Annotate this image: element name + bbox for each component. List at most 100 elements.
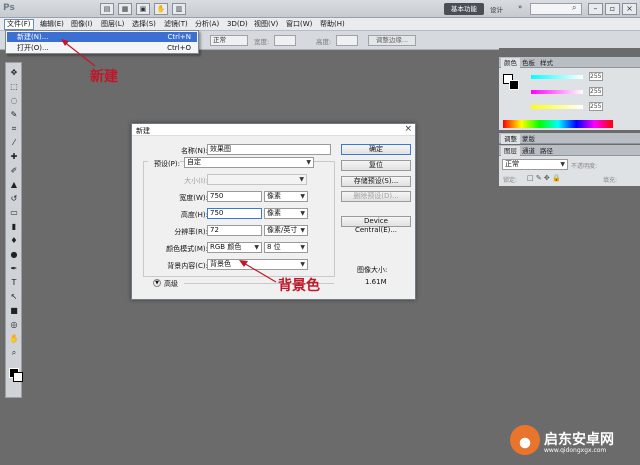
path-select-tool-icon[interactable]: ↖: [8, 291, 20, 302]
preset-select[interactable]: 自定 ▼: [184, 157, 314, 168]
color-bg-swatch[interactable]: [509, 80, 519, 90]
bit-depth-select[interactable]: 8 位 ▼: [264, 242, 308, 253]
dodge-tool-icon[interactable]: ●: [8, 249, 20, 260]
tab-paths[interactable]: 路径: [537, 146, 556, 156]
stamp-tool-icon[interactable]: ▲: [8, 179, 20, 190]
tab-layers[interactable]: 图层: [501, 146, 520, 156]
tab-color[interactable]: 颜色: [501, 58, 520, 68]
blue-slider[interactable]: [531, 105, 583, 109]
height-unit-select[interactable]: 像素 ▼: [264, 208, 308, 219]
red-value[interactable]: 255: [589, 72, 603, 81]
type-tool-icon[interactable]: T: [8, 277, 20, 288]
height-label: 高度:: [316, 38, 332, 46]
resolution-input[interactable]: 72: [207, 225, 262, 236]
device-central-button[interactable]: Device Central(E)...: [341, 216, 411, 234]
blur-tool-icon[interactable]: ♦: [8, 235, 20, 246]
width-unit-select[interactable]: 像素 ▼: [264, 191, 308, 202]
workspace-button[interactable]: 基本功能: [444, 3, 484, 15]
menu-help[interactable]: 帮助(H): [318, 19, 347, 30]
chevron-down-icon: ▼: [300, 193, 305, 200]
reset-button[interactable]: 复位: [341, 160, 411, 171]
blue-value[interactable]: 255: [589, 102, 603, 111]
adjust-edge-button[interactable]: 调整边缘...: [368, 35, 416, 46]
minibridge-icon[interactable]: ▦: [118, 3, 132, 15]
tab-adjustments[interactable]: 调整: [501, 134, 520, 144]
minimize-icon[interactable]: –: [588, 3, 603, 15]
menu-item-new-shortcut: Ctrl+N: [167, 33, 191, 41]
height-label: 高度(H):: [180, 211, 208, 219]
ok-button[interactable]: 确定: [341, 144, 411, 155]
delete-preset-button[interactable]: 删除预设(D)...: [341, 191, 411, 202]
preset-label: 预设(P):: [148, 159, 180, 169]
blend-mode-select[interactable]: 正常 ▼: [502, 159, 568, 170]
menu-file[interactable]: 文件(F): [4, 19, 34, 30]
bit-depth-value: 8 位: [267, 243, 281, 251]
menu-filter[interactable]: 滤镜(T): [162, 19, 190, 30]
eraser-tool-icon[interactable]: ▭: [8, 207, 20, 218]
lock-icons[interactable]: □ ✎ ✥ 🔒: [527, 174, 561, 182]
brush-tool-icon[interactable]: ✐: [8, 165, 20, 176]
menu-item-open-shortcut: Ctrl+O: [167, 44, 191, 52]
design-workspace-link[interactable]: 设计: [490, 4, 503, 14]
advanced-toggle-icon[interactable]: ▼: [153, 279, 161, 287]
menu-analysis[interactable]: 分析(A): [193, 19, 221, 30]
background-color-swatch[interactable]: [13, 372, 23, 382]
arrange-icon[interactable]: ▥: [172, 3, 186, 15]
watermark: 启东安卓网 www.qidongxgx.com: [510, 423, 635, 457]
pen-tool-icon[interactable]: ✒: [8, 263, 20, 274]
image-size-value: 1.61M: [365, 278, 387, 286]
eyedropper-tool-icon[interactable]: ⁄: [8, 137, 20, 148]
search-icon[interactable]: ⌕: [572, 3, 576, 13]
chevron-down-icon: ▼: [306, 159, 311, 166]
menu-view[interactable]: 视图(V): [252, 19, 280, 30]
crop-tool-icon[interactable]: ⌗: [8, 123, 20, 134]
history-brush-tool-icon[interactable]: ↺: [8, 193, 20, 204]
menu-select[interactable]: 选择(S): [130, 19, 158, 30]
hand-icon[interactable]: ✋: [154, 3, 168, 15]
zoom-tool-icon[interactable]: ⌕: [8, 347, 20, 358]
width-field[interactable]: [274, 35, 296, 46]
dialog-title: 新建: [136, 127, 150, 135]
quick-select-tool-icon[interactable]: ✎: [8, 109, 20, 120]
more-workspaces-icon[interactable]: »: [518, 3, 522, 11]
marquee-tool-icon[interactable]: ⬚: [8, 81, 20, 92]
red-slider[interactable]: [531, 75, 583, 79]
menu-image[interactable]: 图像(I): [69, 19, 95, 30]
tab-masks[interactable]: 蒙版: [519, 134, 538, 144]
close-icon[interactable]: ×: [622, 3, 637, 15]
size-select[interactable]: ▼: [207, 174, 307, 185]
style-select[interactable]: 正常: [210, 35, 248, 46]
height-field[interactable]: [336, 35, 358, 46]
3d-rotate-tool-icon[interactable]: ◎: [8, 319, 20, 330]
restore-icon[interactable]: ▫: [605, 3, 620, 15]
zoom-icon[interactable]: ▣: [136, 3, 150, 15]
shape-tool-icon[interactable]: ■: [8, 305, 20, 316]
hand-tool-icon[interactable]: ✋: [8, 333, 20, 344]
color-mode-select[interactable]: RGB 颜色 ▼: [207, 242, 262, 253]
healing-tool-icon[interactable]: ✚: [8, 151, 20, 162]
menu-layer[interactable]: 图层(L): [99, 19, 126, 30]
move-tool-icon[interactable]: ✥: [8, 67, 20, 78]
menu-window[interactable]: 窗口(W): [284, 19, 314, 30]
dialog-titlebar: 新建 ×: [132, 124, 415, 136]
green-value[interactable]: 255: [589, 87, 603, 96]
color-spectrum[interactable]: [503, 120, 613, 128]
height-input[interactable]: 750: [207, 208, 262, 219]
tab-channels[interactable]: 通道: [519, 146, 538, 156]
chevron-down-icon: ▼: [300, 227, 305, 234]
bridge-icon[interactable]: ▤: [100, 3, 114, 15]
name-input[interactable]: 效果图: [207, 144, 331, 155]
save-preset-button[interactable]: 存储预设(S)...: [341, 176, 411, 187]
width-input[interactable]: 750: [207, 191, 262, 202]
bg-contents-value: 背景色: [210, 260, 231, 268]
close-icon[interactable]: ×: [404, 124, 412, 134]
gradient-tool-icon[interactable]: ▮: [8, 221, 20, 232]
green-slider[interactable]: [531, 90, 583, 94]
width-unit-value: 像素: [267, 192, 281, 200]
tab-swatches[interactable]: 色板: [519, 58, 538, 68]
tab-styles[interactable]: 样式: [537, 58, 556, 68]
resolution-unit-select[interactable]: 像素/英寸 ▼: [264, 225, 308, 236]
lasso-tool-icon[interactable]: ◌: [8, 95, 20, 106]
menu-3d[interactable]: 3D(D): [225, 19, 250, 30]
menu-edit[interactable]: 编辑(E): [38, 19, 66, 30]
